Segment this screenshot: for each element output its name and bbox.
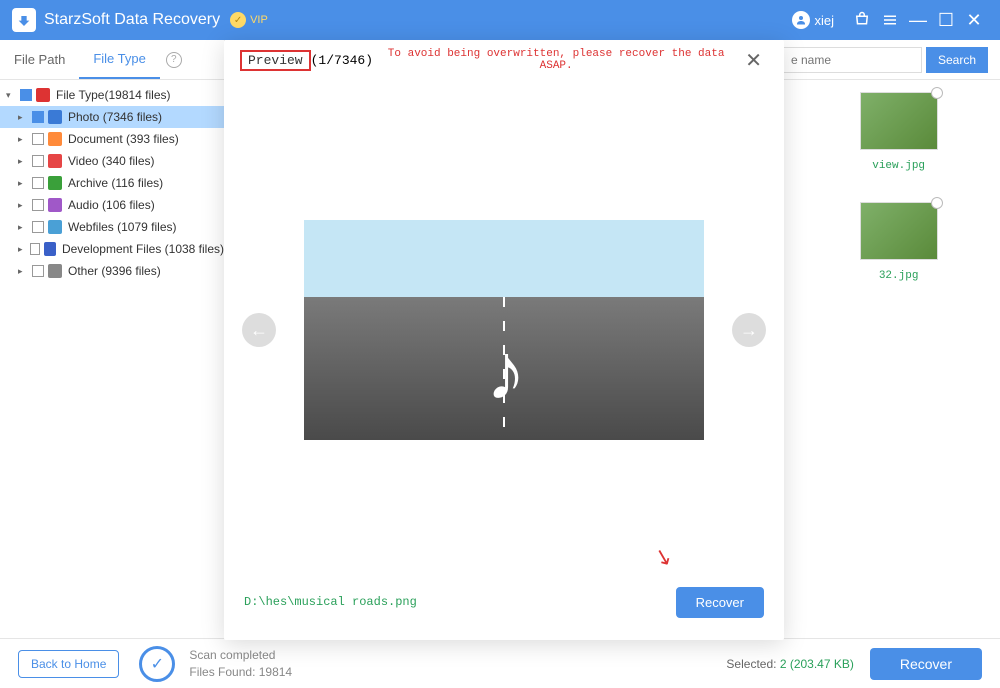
help-icon[interactable]: ? bbox=[166, 52, 182, 68]
tree-item-label: Audio (106 files) bbox=[68, 198, 155, 212]
preview-label: Preview bbox=[240, 50, 311, 71]
select-ring[interactable] bbox=[931, 87, 943, 99]
tree-item[interactable]: ▸Other (9396 files) bbox=[0, 260, 224, 282]
app-name: StarzSoft Data Recovery bbox=[44, 11, 220, 29]
tree-item-label: Other (9396 files) bbox=[68, 264, 161, 278]
tree-root-label: File Type(19814 files) bbox=[56, 88, 171, 102]
tree-item-label: Document (393 files) bbox=[68, 132, 179, 146]
app-logo bbox=[12, 8, 36, 32]
back-to-home-button[interactable]: Back to Home bbox=[18, 650, 119, 678]
file-path: D:\hes\musical roads.png bbox=[244, 595, 676, 609]
tree-item[interactable]: ▸Photo (7346 files) bbox=[0, 106, 224, 128]
next-button[interactable]: → bbox=[732, 313, 766, 347]
thumbnail-name: 32.jpg bbox=[879, 270, 919, 282]
user-account[interactable]: xiej bbox=[792, 11, 834, 29]
recover-button[interactable]: Recover bbox=[870, 648, 982, 680]
modal-recover-button[interactable]: Recover bbox=[676, 587, 764, 618]
tree-item-label: Webfiles (1079 files) bbox=[68, 220, 177, 234]
preview-modal: Preview (1/7346) To avoid being overwrit… bbox=[224, 40, 784, 640]
maximize-button[interactable]: ☐ bbox=[932, 6, 960, 34]
prev-button[interactable]: ← bbox=[242, 313, 276, 347]
footer: Back to Home ✓ Scan completed Files Foun… bbox=[0, 638, 1000, 688]
search-button[interactable]: Search bbox=[926, 47, 988, 73]
tree-item[interactable]: ▸Audio (106 files) bbox=[0, 194, 224, 216]
tab-file-path[interactable]: File Path bbox=[0, 40, 79, 79]
modal-header: Preview (1/7346) To avoid being overwrit… bbox=[224, 40, 784, 80]
sidebar-tabs: File Path File Type ? bbox=[0, 40, 224, 80]
minimize-button[interactable]: — bbox=[904, 6, 932, 34]
thumbnail-name: view.jpg bbox=[872, 160, 925, 172]
close-window-button[interactable]: ✕ bbox=[960, 6, 988, 34]
tree-root[interactable]: ▾ File Type(19814 files) bbox=[0, 84, 224, 106]
tree-item[interactable]: ▸Development Files (1038 files) bbox=[0, 238, 224, 260]
search-input[interactable] bbox=[782, 47, 922, 73]
scan-status-line1: Scan completed bbox=[189, 647, 292, 664]
sidebar: File Path File Type ? ▾ File Type(19814 … bbox=[0, 40, 225, 638]
select-ring[interactable] bbox=[931, 197, 943, 209]
scan-status-line2: Files Found: 19814 bbox=[189, 664, 292, 681]
tree-item-label: Archive (116 files) bbox=[68, 176, 163, 190]
selected-label: Selected: bbox=[726, 657, 776, 671]
tree-item[interactable]: ▸Video (340 files) bbox=[0, 150, 224, 172]
vip-label: VIP bbox=[250, 14, 268, 26]
preview-count: (1/7346) bbox=[311, 53, 373, 68]
file-tree: ▾ File Type(19814 files) ▸Photo (7346 fi… bbox=[0, 80, 224, 638]
user-name: xiej bbox=[814, 13, 834, 28]
tree-item[interactable]: ▸Webfiles (1079 files) bbox=[0, 216, 224, 238]
vip-badge[interactable]: ✓VIP bbox=[230, 12, 268, 28]
user-avatar-icon bbox=[792, 11, 810, 29]
modal-body: ← ♪ → bbox=[224, 80, 784, 580]
tree-item-label: Photo (7346 files) bbox=[68, 110, 162, 124]
scan-complete-icon: ✓ bbox=[139, 646, 175, 682]
modal-footer: D:\hes\musical roads.png Recover bbox=[224, 580, 784, 640]
selected-info: Selected: 2 (203.47 KB) bbox=[726, 657, 853, 671]
thumbnail[interactable]: 32.jpg bbox=[813, 202, 984, 282]
scan-status: Scan completed Files Found: 19814 bbox=[189, 647, 292, 681]
music-note-icon: ♪ bbox=[486, 326, 526, 418]
preview-warning: To avoid being overwritten, please recov… bbox=[373, 48, 739, 72]
tree-item-label: Development Files (1038 files) bbox=[62, 242, 224, 256]
close-icon[interactable]: ✕ bbox=[739, 48, 768, 73]
thumbnail[interactable]: view.jpg bbox=[813, 92, 984, 172]
tree-item[interactable]: ▸Document (393 files) bbox=[0, 128, 224, 150]
cart-icon[interactable] bbox=[848, 6, 876, 34]
tree-item[interactable]: ▸Archive (116 files) bbox=[0, 172, 224, 194]
tree-item-label: Video (340 files) bbox=[68, 154, 155, 168]
titlebar: StarzSoft Data Recovery ✓VIP xiej — ☐ ✕ bbox=[0, 0, 1000, 40]
selected-value: 2 (203.47 KB) bbox=[780, 657, 854, 671]
tab-file-type[interactable]: File Type bbox=[79, 40, 160, 79]
menu-icon[interactable] bbox=[876, 6, 904, 34]
preview-image: ♪ bbox=[304, 220, 704, 440]
